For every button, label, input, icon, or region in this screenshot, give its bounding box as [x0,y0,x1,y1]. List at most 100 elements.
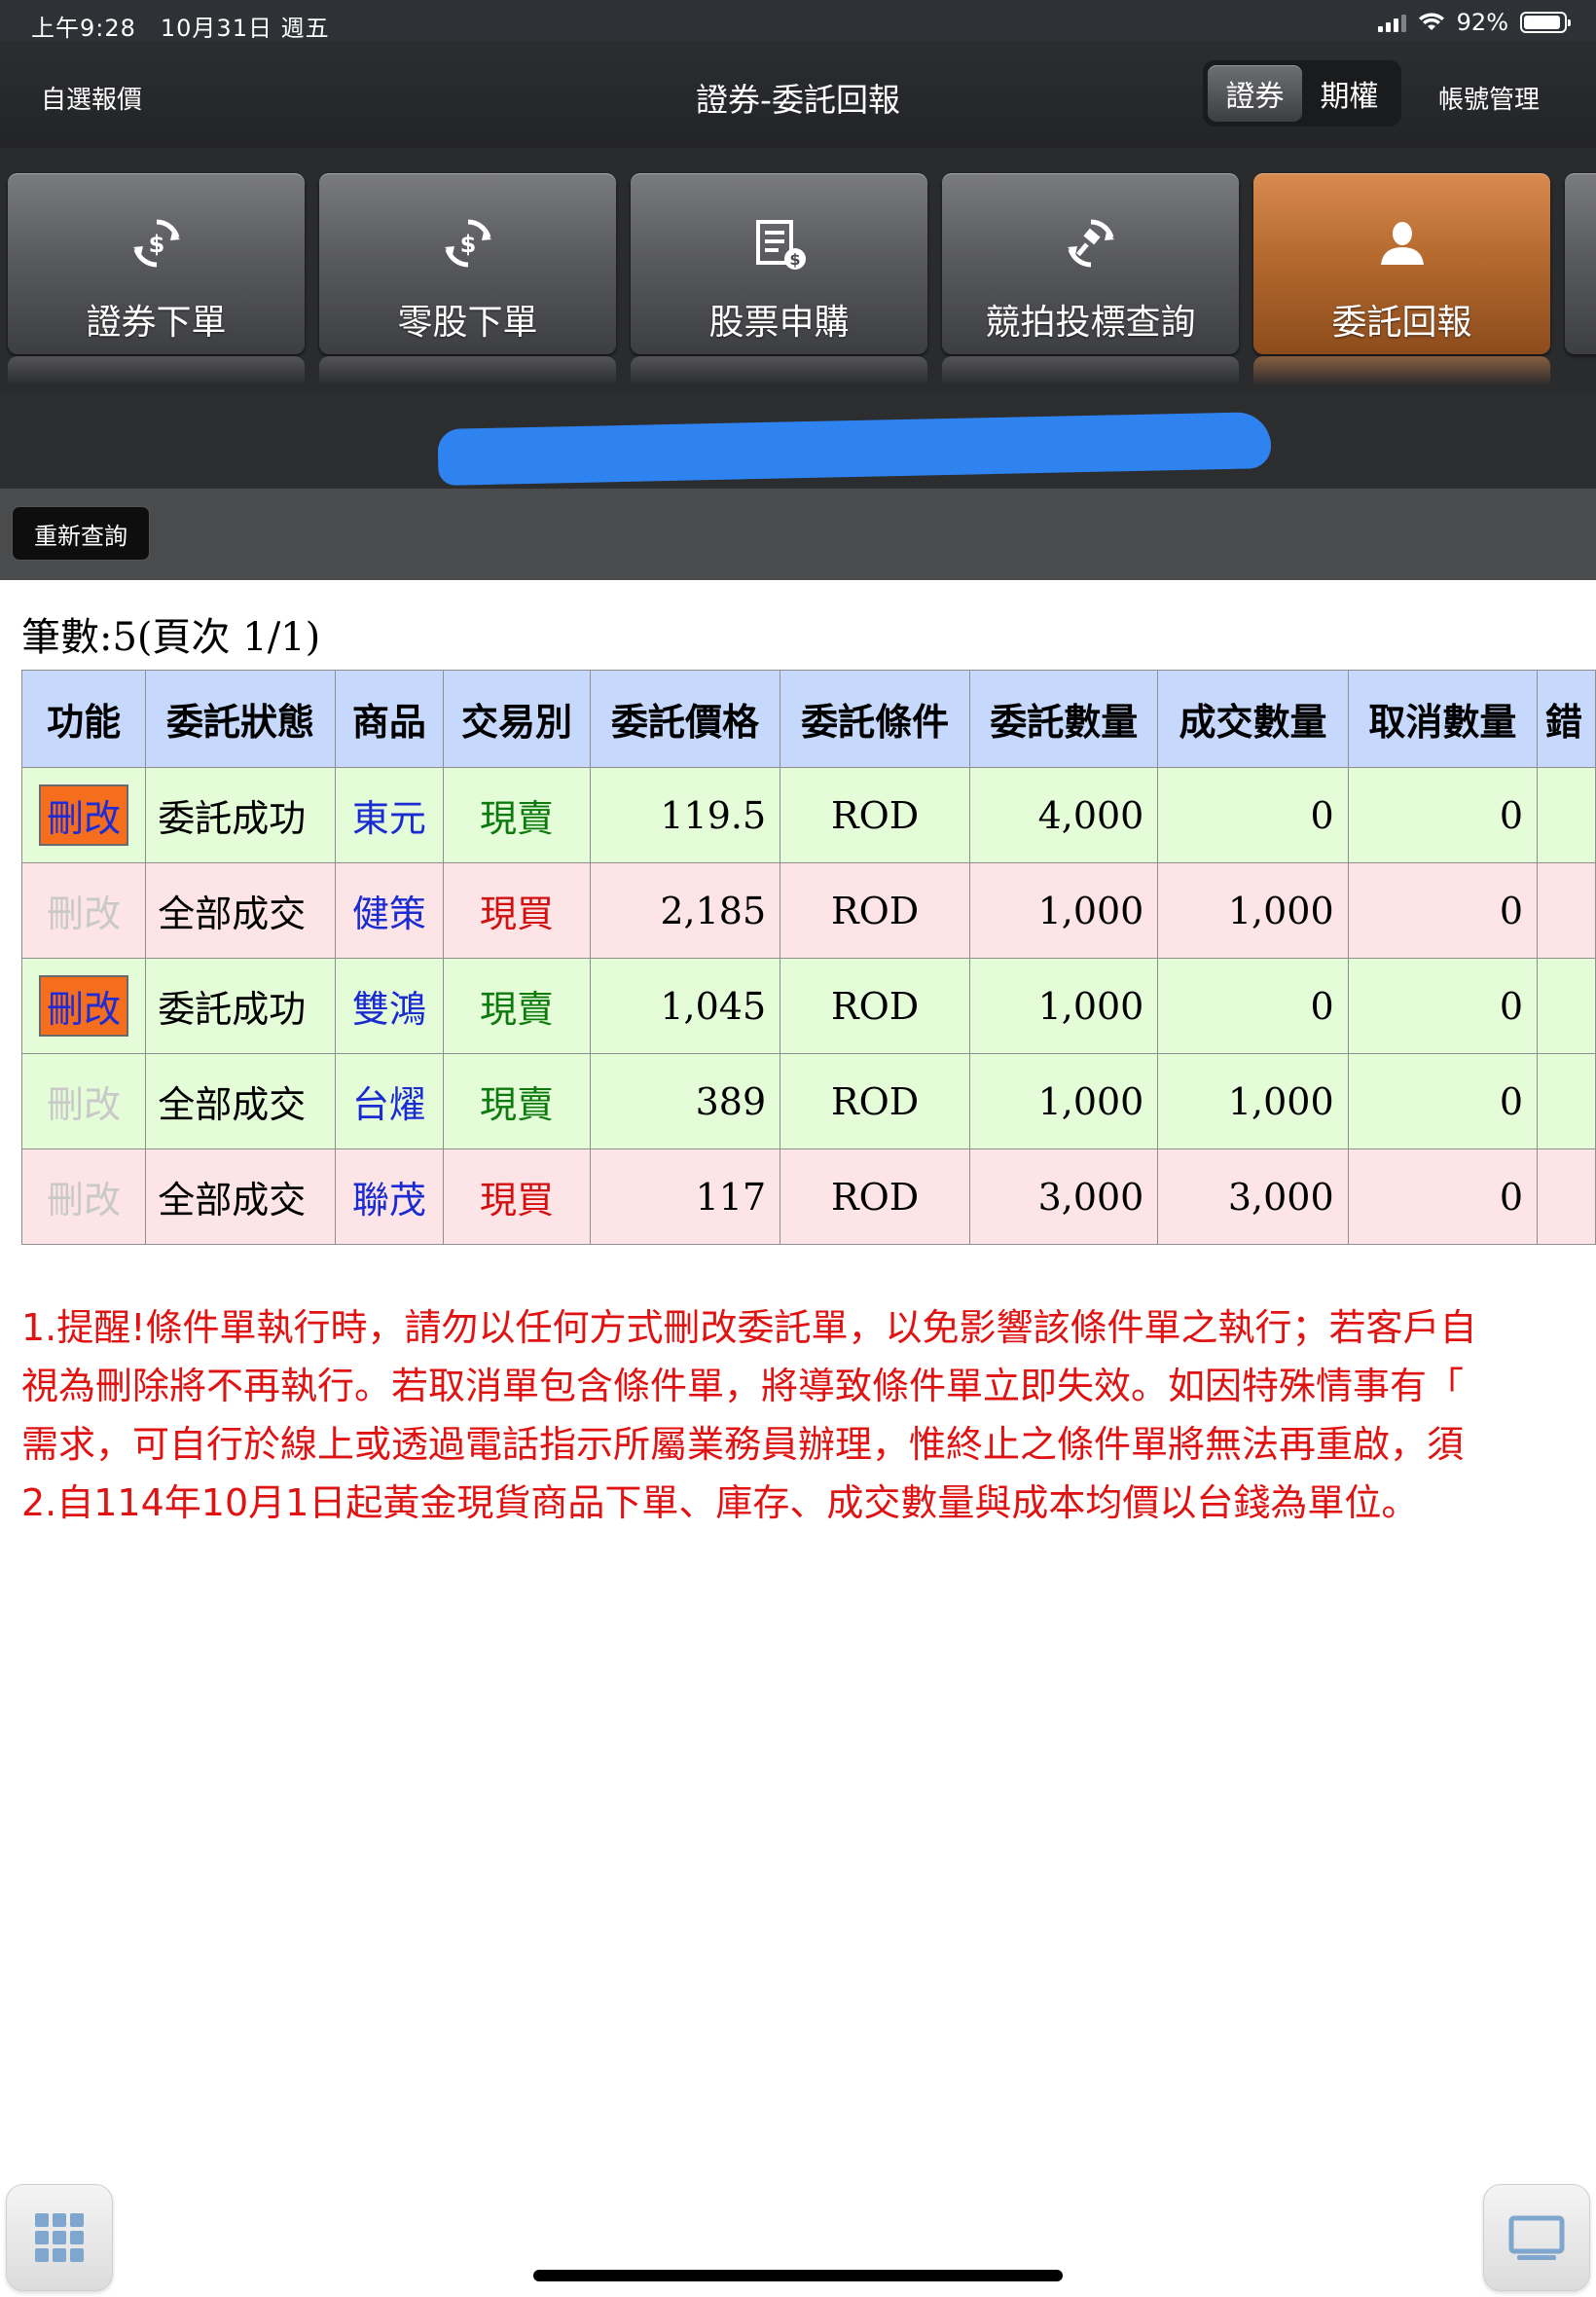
cell-price: 1,045 [589,958,781,1054]
cell-error [1537,1148,1596,1245]
svg-text:$: $ [148,231,164,258]
cell-filled: 3,000 [1157,1148,1349,1245]
cell-function: 刪改 [20,862,147,959]
tile-reflection [1253,356,1550,385]
cell-product: 台燿 [334,1053,445,1149]
cell-cancelled: 0 [1347,1053,1539,1149]
document-dollar-icon: $ [755,220,806,270]
header-cancelled: 取消數量 [1347,670,1539,768]
screen-icon [1508,2215,1565,2260]
header-condition: 委託條件 [780,670,971,768]
menu-grid-button[interactable] [6,2184,113,2291]
cell-function: 刪改 [20,767,147,863]
notice-text: 1.提醒!條件單執行時，請勿以任何方式刪改委託單，以免影響該條件單之執行；若客戶… [21,1298,1596,1532]
tile-reflection [942,356,1239,385]
cell-quantity: 1,000 [969,958,1159,1054]
cell-quantity: 1,000 [969,1053,1159,1149]
cell-side: 現買 [443,862,591,959]
account-info-area [0,391,1596,489]
tile-reflection [631,356,927,385]
requery-button[interactable]: 重新查詢 [12,506,150,561]
tile-label: 競拍投標查詢 [985,303,1196,343]
notice-line: 需求，可自行於線上或透過電話指示所屬業務員辦理，惟終止之條件單將無法再重啟，須 [21,1423,1465,1466]
tile-more[interactable] [1565,173,1596,354]
edit-delete-button: 刪改 [47,1179,122,1221]
cell-filled: 0 [1157,958,1349,1054]
wifi-icon [1418,13,1444,30]
segment-futures-options[interactable]: 期權 [1302,65,1396,122]
gavel-refresh-icon [1067,219,1114,268]
tile-securities-order[interactable]: $ 證券下單 [8,173,305,354]
notice-line: 2.自114年10月1日起黃金現貨商品下單、庫存、成交數量與成本均價以台錢為單位… [21,1481,1419,1524]
cell-side: 現買 [443,1148,591,1245]
header-error: 錯 [1537,670,1596,768]
table-row: 刪改 委託成功 雙鴻 現賣 1,045 ROD 1,000 0 0 [20,958,1596,1054]
orders-table: 功能 委託狀態 商品 交易別 委託價格 委託條件 委託數量 成交數量 取消數量 … [20,670,1596,1245]
redaction-mark [437,412,1272,486]
tile-reflection [319,356,616,385]
tile-label: 證券下單 [86,303,227,343]
tile-label: 股票申購 [708,303,850,343]
dollar-refresh-icon: $ [444,219,491,268]
market-segmented-control: 證券 期權 [1203,60,1401,127]
cell-filled: 0 [1157,767,1349,863]
tile-label: 委託回報 [1331,303,1472,343]
cell-quantity: 3,000 [969,1148,1159,1245]
cell-side: 現賣 [443,767,591,863]
edit-delete-button[interactable]: 刪改 [39,784,129,846]
notice-line: 1.提醒!條件單執行時，請勿以任何方式刪改委託單，以免影響該條件單之執行；若客戶… [21,1306,1477,1349]
cell-function: 刪改 [20,1148,147,1245]
cell-condition: ROD [780,767,971,863]
status-indicators: 92% [1377,9,1571,36]
cell-cancelled: 0 [1347,1148,1539,1245]
table-header-row: 功能 委託狀態 商品 交易別 委託價格 委託條件 委託數量 成交數量 取消數量 … [20,670,1596,768]
header-price: 委託價格 [589,670,781,768]
cell-function: 刪改 [20,958,147,1054]
tile-odd-lot-order[interactable]: $ 零股下單 [319,173,616,354]
cell-condition: ROD [780,1053,971,1149]
home-indicator [533,2270,1063,2281]
battery-icon [1520,12,1571,33]
segment-securities[interactable]: 證券 [1208,65,1302,122]
header-quantity: 委託數量 [969,670,1159,768]
cell-product: 健策 [334,862,445,959]
cell-filled: 1,000 [1157,1053,1349,1149]
navigation-bar: 自選報價 證券-委託回報 證券 期權 帳號管理 [0,41,1596,148]
table-row: 刪改 全部成交 聯茂 現買 117 ROD 3,000 3,000 0 [20,1148,1596,1245]
cell-condition: ROD [780,1148,971,1245]
cell-price: 119.5 [589,767,781,863]
cell-quantity: 4,000 [969,767,1159,863]
cell-product: 雙鴻 [334,958,445,1054]
header-product: 商品 [334,670,445,768]
cell-price: 117 [589,1148,781,1245]
cell-product: 聯茂 [334,1148,445,1245]
cell-side: 現賣 [443,1053,591,1149]
account-management-link[interactable]: 帳號管理 [1438,80,1540,116]
cellular-signal-icon [1377,13,1406,32]
cell-cancelled: 0 [1347,958,1539,1054]
window-toggle-button[interactable] [1483,2184,1590,2291]
edit-delete-button: 刪改 [47,893,122,935]
notice-line: 視為刪除將不再執行。若取消單包含條件單，將導致條件單立即失效。如因特殊情事有「 [21,1365,1465,1407]
cell-condition: ROD [780,958,971,1054]
cell-filled: 1,000 [1157,862,1349,959]
tile-reflection [8,356,305,385]
table-row: 刪改 全部成交 健策 現買 2,185 ROD 1,000 1,000 0 [20,862,1596,959]
record-count: 筆數:5(頁次 1/1) [21,615,321,660]
svg-text:$: $ [789,250,800,269]
grid-icon [35,2213,84,2262]
cell-condition: ROD [780,862,971,959]
cell-error [1537,862,1596,959]
header-filled: 成交數量 [1157,670,1349,768]
tile-auction-query[interactable]: 競拍投標查詢 [942,173,1239,354]
edit-delete-button[interactable]: 刪改 [39,975,129,1037]
edit-delete-button: 刪改 [47,1083,122,1126]
function-tiles: $ 證券下單 $ 零股下單 $ 股票申購 競拍投標查詢 委託回報 [0,148,1596,391]
person-icon [1380,222,1424,265]
cell-price: 389 [589,1053,781,1149]
tile-order-report[interactable]: 委託回報 [1253,173,1550,354]
tile-ipo-subscription[interactable]: $ 股票申購 [631,173,927,354]
cell-error [1537,958,1596,1054]
cell-product: 東元 [334,767,445,863]
cell-cancelled: 0 [1347,862,1539,959]
